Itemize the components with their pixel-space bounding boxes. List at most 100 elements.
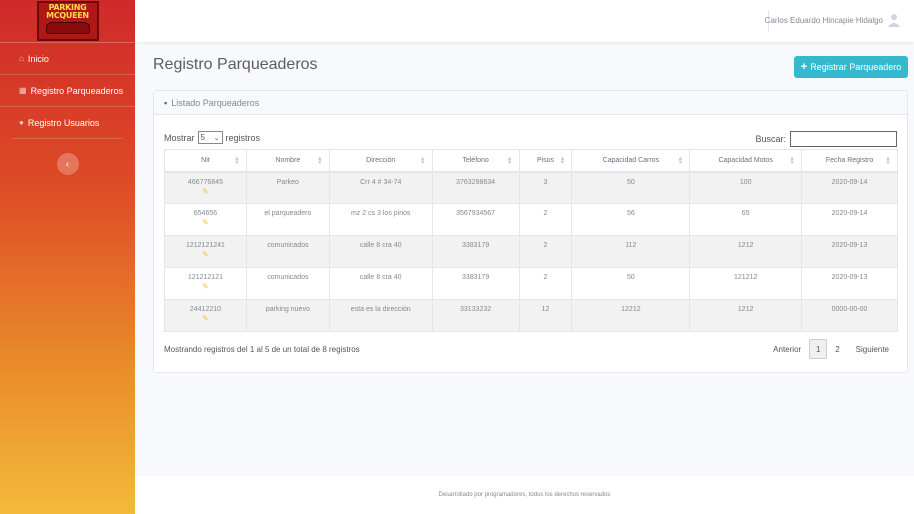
cell-text: 24412210	[189, 306, 222, 313]
sidebar-item-registro-parqueaderos[interactable]: ▦ Registro Parqueaderos	[0, 74, 135, 106]
edit-icon[interactable]: ✎	[201, 283, 209, 291]
table-icon: ▦	[19, 86, 27, 95]
pagination: Anterior 1 2 Siguiente	[765, 339, 897, 359]
header-label: Capacidad Motos	[718, 156, 773, 164]
column-header-nit[interactable]: Nit ▲ ▼	[164, 149, 247, 173]
user-name[interactable]: Carlos Eduardo Hincapie Hidalgo	[765, 16, 883, 25]
header-label: Teléfono	[462, 156, 489, 164]
table-row: 24412210 ✎ parking nuevo esta es la direc…	[164, 299, 898, 332]
sidebar-item-label: Inicio	[27, 53, 49, 64]
sidebar-toggle-button[interactable]: ‹	[56, 153, 79, 175]
sidebar-item-label: Registro Usuarios	[27, 117, 100, 128]
cell-nombre: comunicados	[245, 235, 330, 268]
cell-text: 1212121241	[185, 242, 225, 249]
cell-nombre: comunicados	[245, 267, 330, 300]
cell-nombre: Parkeo	[245, 171, 330, 204]
cell-fecha-registro: 0000-00-00	[801, 299, 898, 332]
edit-icon[interactable]: ✎	[201, 315, 209, 323]
pagination-page-1[interactable]: 1	[809, 339, 828, 359]
page-length-control: Mostrar 5 ⌄ registros	[164, 131, 260, 144]
cell-capacidad-motos: 1212	[689, 235, 803, 268]
sidebar-item-registro-usuarios[interactable]: ● Registro Usuarios	[0, 106, 135, 138]
cell-direccion: mz 2 cs 3 los pinos	[328, 203, 433, 236]
table-controls: Mostrar 5 ⌄ registros Buscar:	[164, 129, 897, 149]
cell-fecha-registro: 2020-09-14	[801, 171, 898, 204]
sort-icon: ▲ ▼	[316, 156, 323, 166]
cell-direccion: calle 8 cra 40	[328, 267, 433, 300]
cell-nit: 466776845 ✎	[164, 171, 247, 204]
header-label: Capacidad Carros	[602, 156, 660, 164]
cell-pisos: 2	[518, 203, 573, 236]
home-icon: ⌂	[19, 54, 24, 63]
sidebar-item-inicio[interactable]: ⌂ Inicio	[0, 42, 135, 74]
table-row: 121212121 ✎ comunicados calle 8 cra 40 33…	[164, 267, 898, 300]
cell-pisos: 2	[518, 267, 573, 300]
column-header-capacidad-motos[interactable]: Capacidad Motos ▲ ▼	[689, 149, 803, 173]
card-header: ▪ Listado Parqueaderos	[154, 91, 907, 115]
edit-icon[interactable]: ✎	[201, 251, 209, 259]
cell-capacidad-carros: 56	[571, 203, 691, 236]
page-length-select[interactable]: 5 ⌄	[197, 131, 223, 144]
records-label: registros	[225, 132, 261, 143]
sort-icon: ▲ ▼	[506, 156, 513, 166]
footer: Desarrollado por programadores, todos lo…	[135, 476, 914, 514]
logo[interactable]: PARKING MCQUEEN	[0, 0, 135, 42]
card-title: Listado Parqueaderos	[171, 97, 260, 108]
cell-capacidad-motos: 100	[689, 171, 803, 204]
cell-telefono: 3383179	[431, 235, 520, 268]
cell-nit: 1212121241 ✎	[164, 235, 247, 268]
cell-pisos: 3	[518, 171, 573, 204]
cell-nit: 121212121 ✎	[164, 267, 247, 300]
car-icon	[45, 22, 90, 34]
column-header-capacidad-carros[interactable]: Capacidad Carros ▲ ▼	[571, 149, 691, 173]
column-header-direccion[interactable]: Dirección ▲ ▼	[328, 149, 433, 173]
column-header-fecha-registro[interactable]: Fecha Registro ▲ ▼	[801, 149, 898, 173]
sort-icon: ▲ ▼	[789, 156, 796, 166]
table-row: 466776845 ✎ Parkeo Crr 4 # 34-74 37632986…	[164, 171, 898, 204]
cell-telefono: 33133232	[431, 299, 520, 332]
cell-text: 466776845	[187, 178, 223, 186]
cell-telefono: 3567934567	[431, 203, 520, 236]
edit-icon[interactable]: ✎	[201, 187, 209, 195]
cell-capacidad-carros: 50	[571, 267, 691, 300]
search-input[interactable]	[790, 131, 897, 147]
cell-direccion: esta es la dirección	[328, 299, 433, 332]
plus-icon: +	[800, 61, 808, 73]
table-info: Mostrando registros del 1 al 5 de un tot…	[164, 345, 360, 354]
column-header-pisos[interactable]: Pisos ▲ ▼	[518, 149, 573, 173]
table-icon: ▪	[164, 97, 168, 108]
cell-capacidad-motos: 1212	[689, 299, 803, 332]
column-header-nombre[interactable]: Nombre ▲ ▼	[245, 149, 330, 173]
cell-nit: 654656 ✎	[164, 203, 247, 236]
sidebar: PARKING MCQUEEN ⌂ Inicio ▦ Registro Parq…	[0, 0, 135, 514]
search-label: Buscar:	[755, 134, 786, 144]
header-label: Nombre	[275, 156, 301, 164]
pagination-next[interactable]: Siguiente	[848, 339, 897, 359]
edit-icon[interactable]: ✎	[201, 219, 209, 227]
header-label: Nit	[201, 156, 210, 164]
sort-icon: ▲ ▼	[419, 156, 426, 166]
page-length-value: 5	[200, 133, 205, 142]
logo-line-2: MCQUEEN	[46, 11, 89, 20]
search-control: Buscar:	[755, 131, 897, 147]
sidebar-divider	[12, 138, 123, 139]
user-icon: ●	[19, 118, 24, 127]
pagination-previous[interactable]: Anterior	[765, 339, 809, 359]
logo-image: PARKING MCQUEEN	[36, 1, 99, 41]
register-parking-label: Registrar Parqueadero	[810, 62, 902, 72]
cell-capacidad-carros: 112	[571, 235, 691, 268]
user-avatar-icon[interactable]	[888, 13, 900, 27]
cell-telefono: 3763298634	[431, 171, 520, 204]
topbar: Carlos Eduardo Hincapie Hidalgo	[135, 0, 914, 42]
sort-icon: ▲ ▼	[233, 156, 240, 166]
footer-text: Desarrollado por programadores, todos lo…	[438, 492, 611, 498]
cell-capacidad-carros: 50	[571, 171, 691, 204]
cell-direccion: Crr 4 # 34-74	[328, 171, 433, 204]
pagination-page-2[interactable]: 2	[827, 339, 847, 359]
cell-nit: 24412210 ✎	[164, 299, 247, 332]
column-header-telefono[interactable]: Teléfono ▲ ▼	[431, 149, 520, 173]
header-label: Dirección	[366, 156, 396, 164]
header-label: Pisos	[536, 156, 555, 164]
register-parking-button[interactable]: + Registrar Parqueadero	[794, 56, 908, 78]
cell-pisos: 12	[518, 299, 573, 332]
